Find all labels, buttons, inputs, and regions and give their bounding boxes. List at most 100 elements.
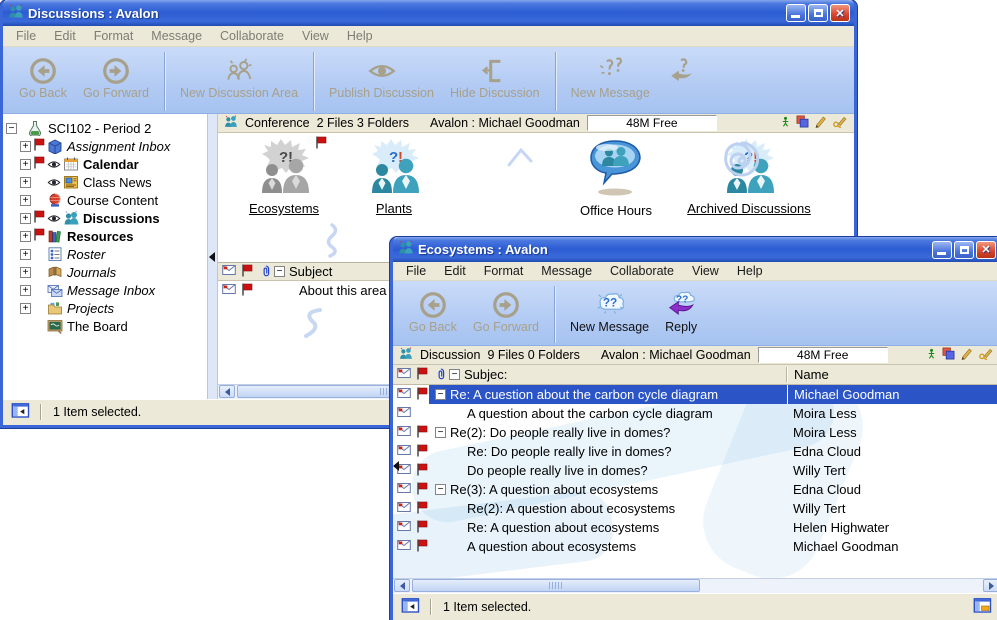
message-row[interactable]: −Re(3): A question about ecosystemsEdna … [393, 480, 997, 499]
expand-icon[interactable]: + [20, 267, 31, 278]
menu-item-edit[interactable]: Edit [435, 262, 475, 280]
message-row[interactable]: A question about the carbon cycle diagra… [393, 404, 997, 423]
flask-icon [25, 120, 45, 136]
sidebar-item-the-board[interactable]: The Board [3, 317, 207, 335]
toolbar-button-hide-discussion[interactable]: Hide Discussion [442, 51, 548, 101]
sidebar-item-calendar[interactable]: +Calendar [3, 155, 207, 173]
scrollbar-thumb[interactable] [412, 579, 700, 592]
titlebar-ecosystems[interactable]: Ecosystems : Avalon [393, 237, 997, 262]
view-toggle-icon[interactable] [973, 598, 992, 616]
doodle-caret [506, 147, 534, 167]
menu-item-message[interactable]: Message [532, 262, 601, 280]
toolbar-button-go-back[interactable]: Go Back [11, 51, 75, 101]
toolbar-button-new-discussion-area[interactable]: New Discussion Area [172, 51, 306, 101]
message-row[interactable]: Do people really live in domes?Willy Ter… [393, 461, 997, 480]
scroll-right-button[interactable] [983, 579, 997, 592]
panel-toggle-icon[interactable] [401, 598, 420, 616]
svg-text:??: ?? [602, 297, 616, 310]
scroll-left-button[interactable] [394, 579, 410, 592]
conference-item-plants[interactable]: ?!Plants [342, 139, 446, 216]
toolbar-button-new-message[interactable]: ??New Message [562, 285, 657, 335]
menu-item-collaborate[interactable]: Collaborate [601, 262, 683, 280]
collapse-all-icon[interactable]: − [449, 369, 460, 380]
toolbar-button-new-message[interactable]: New Message [563, 51, 658, 101]
expand-icon[interactable]: + [20, 213, 31, 224]
conference-item-ecosystems[interactable]: ?!Ecosystems [232, 139, 336, 216]
toolbar-button-reply[interactable] [658, 51, 704, 87]
expand-icon[interactable]: + [20, 177, 31, 188]
menu-item-edit[interactable]: Edit [45, 27, 85, 45]
expand-icon[interactable]: + [20, 159, 31, 170]
sidebar-item-roster[interactable]: +Roster [3, 245, 207, 263]
menu-item-help[interactable]: Help [338, 27, 382, 45]
message-row[interactable]: A question about ecosystemsMichael Goodm… [393, 537, 997, 556]
maximize-button[interactable] [954, 241, 974, 259]
thread-collapse-icon[interactable]: − [435, 427, 446, 438]
menu-item-format[interactable]: Format [475, 262, 533, 280]
reply-icon: ?? [666, 286, 696, 320]
sidebar-item-assignment-inbox[interactable]: + Assignment Inbox [3, 137, 207, 155]
expand-icon[interactable]: + [20, 285, 31, 296]
toolbar-button-go-forward[interactable]: Go Forward [75, 51, 157, 101]
message-row[interactable]: Re: Do people really live in domes?Edna … [393, 442, 997, 461]
expand-icon[interactable]: + [20, 231, 31, 242]
close-button[interactable] [976, 241, 996, 259]
splitter-collapse-icon[interactable] [393, 461, 399, 471]
close-button[interactable] [830, 4, 850, 22]
menu-item-help[interactable]: Help [728, 262, 772, 280]
thread-collapse-icon[interactable]: − [435, 389, 446, 400]
expand-icon[interactable]: + [20, 195, 31, 206]
flag-icon [415, 463, 428, 479]
toolbar-button-go-back[interactable]: Go Back [401, 285, 465, 335]
splitter-collapse-icon[interactable] [209, 252, 215, 262]
collapse-icon[interactable]: − [6, 123, 17, 134]
titlebar-discussions[interactable]: Discussions : Avalon [3, 0, 854, 26]
minimize-button[interactable] [932, 241, 952, 259]
message-row[interactable]: −Re: A cuestion about the carbon cycle d… [393, 385, 997, 404]
green-person-icon [926, 347, 937, 363]
go-forward-icon [101, 52, 131, 86]
sidebar-item-journals[interactable]: +Journals [3, 263, 207, 281]
tree-root-sci102[interactable]: −SCI102 - Period 2 [3, 119, 207, 137]
sidebar-item-class-news[interactable]: +Class News [3, 173, 207, 191]
message-row[interactable]: Re(2): A question about ecosystemsWilly … [393, 499, 997, 518]
pane-splitter[interactable] [207, 114, 218, 399]
menu-item-file[interactable]: File [7, 27, 45, 45]
maximize-button[interactable] [808, 4, 828, 22]
expand-icon[interactable]: + [20, 249, 31, 260]
message-row[interactable]: −Re(2): Do people really live in domes?M… [393, 423, 997, 442]
horizontal-scrollbar[interactable] [393, 578, 997, 593]
sidebar-item-resources[interactable]: +Resources [3, 227, 207, 245]
hide-discussion-icon [480, 52, 510, 86]
collapse-all-icon[interactable]: − [274, 266, 285, 277]
pencil-icon [960, 347, 973, 363]
scroll-left-button[interactable] [219, 385, 235, 398]
key-pencil-icon [832, 115, 848, 131]
menu-item-view[interactable]: View [683, 262, 728, 280]
sidebar-item-discussions[interactable]: +Discussions [3, 209, 207, 227]
menu-item-view[interactable]: View [293, 27, 338, 45]
menu-item-format[interactable]: Format [85, 27, 143, 45]
panel-toggle-icon[interactable] [11, 403, 30, 421]
menu-item-message[interactable]: Message [142, 27, 211, 45]
menu-item-file[interactable]: File [397, 262, 435, 280]
sidebar-item-message-inbox[interactable]: +Message Inbox [3, 281, 207, 299]
expand-icon[interactable]: + [20, 141, 31, 152]
sidebar-item-projects[interactable]: + Projects [3, 299, 207, 317]
sidebar-item-course-content[interactable]: +Course Content [3, 191, 207, 209]
toolbar-button-publish-discussion[interactable]: Publish Discussion [321, 51, 442, 101]
thread-collapse-icon[interactable]: − [435, 484, 446, 495]
toolbar-button-go-forward[interactable]: Go Forward [465, 285, 547, 335]
conference-item-archived-discussions[interactable]: ?!Archived Discussions [666, 139, 832, 216]
minimize-button[interactable] [786, 4, 806, 22]
assignment-inbox-icon [46, 138, 64, 154]
message-row-body: Re: A question about ecosystemsHelen Hig… [429, 518, 997, 537]
toolbar-button-reply[interactable]: ??Reply [657, 285, 705, 335]
sidebar-item-label: Projects [67, 301, 114, 316]
message-row[interactable]: Re: A question about ecosystemsHelen Hig… [393, 518, 997, 537]
sidebar-item-label: Assignment Inbox [67, 139, 170, 154]
list-column-header[interactable]: − Subjec: Name [393, 365, 997, 385]
file-folder-count: 2 Files 3 Folders [317, 116, 409, 130]
expand-icon[interactable]: + [20, 303, 31, 314]
menu-item-collaborate[interactable]: Collaborate [211, 27, 293, 45]
